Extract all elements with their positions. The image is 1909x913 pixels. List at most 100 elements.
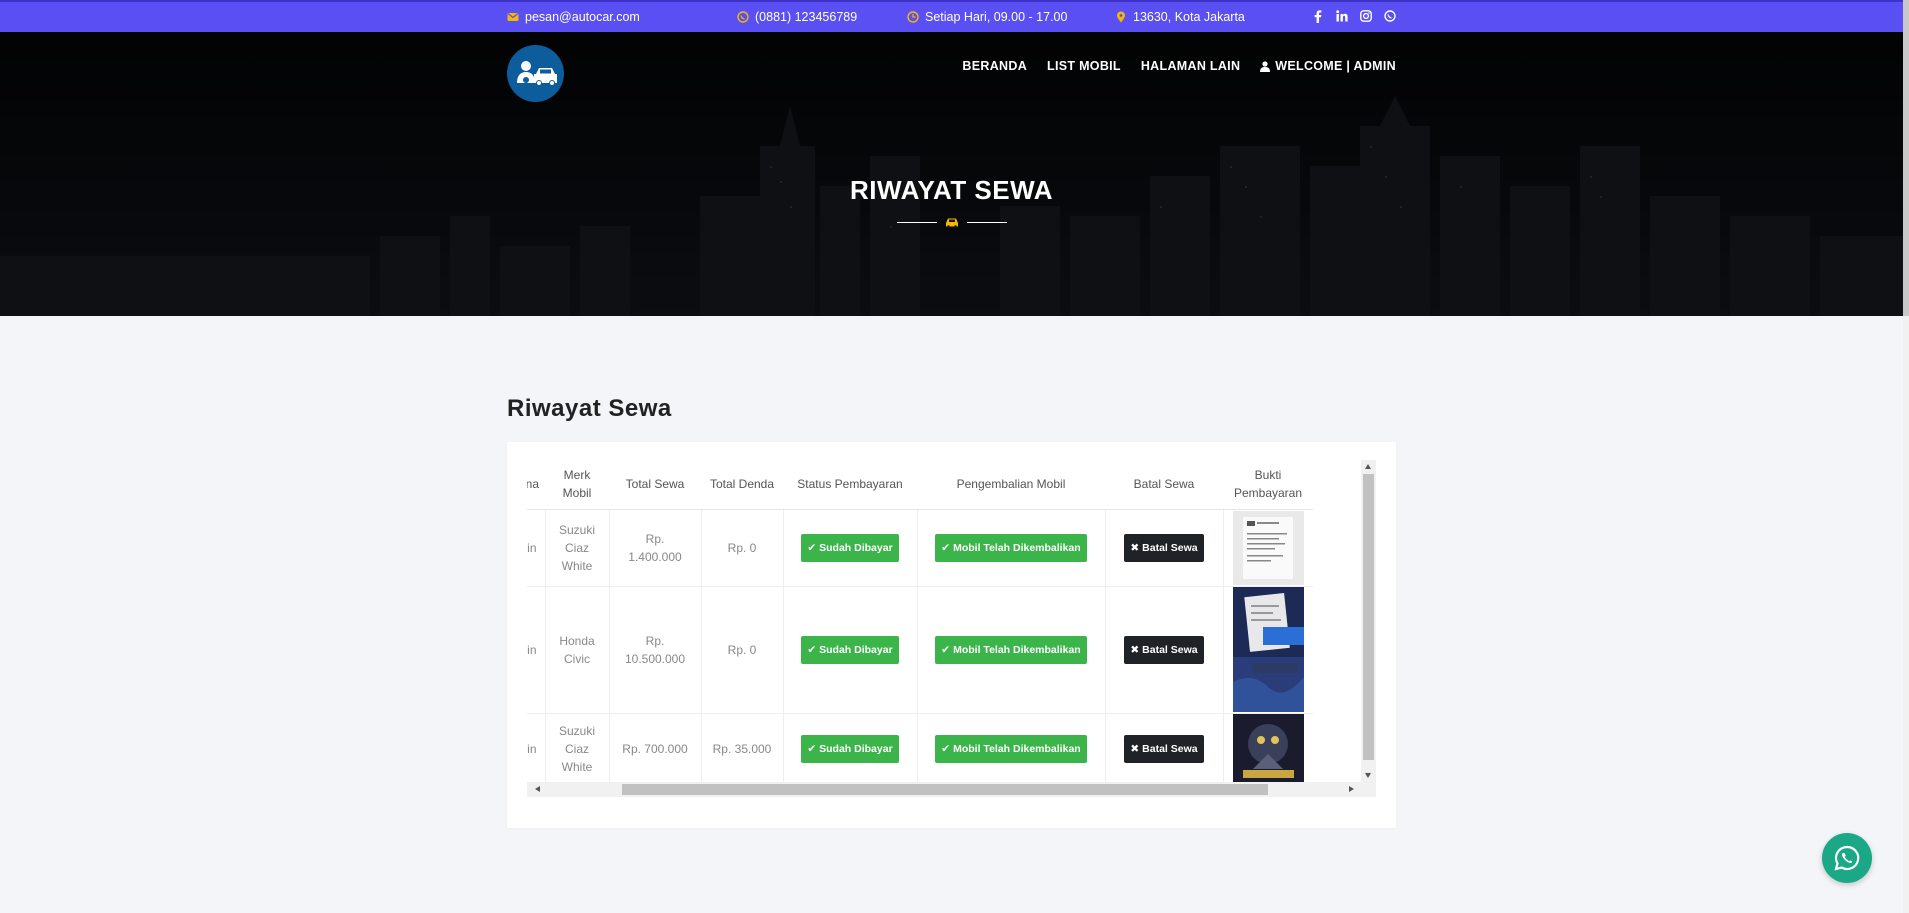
cell-pengembalian: ✔ Mobil Telah Dikembalikan (917, 509, 1106, 587)
status-paid-button[interactable]: ✔ Sudah Dibayar (801, 533, 899, 562)
cell-bukti (1223, 713, 1313, 786)
car-returned-label: Mobil Telah Dikembalikan (953, 643, 1081, 656)
cell-batal: ✖ Batal Sewa (1105, 586, 1224, 714)
car-returned-button[interactable]: ✔ Mobil Telah Dikembalikan (935, 735, 1087, 763)
horizontal-scroll-thumb[interactable] (622, 784, 1268, 795)
status-paid-button[interactable]: ✔ Sudah Dibayar (801, 735, 899, 763)
payment-receipt-image[interactable] (1232, 510, 1304, 585)
check-icon: ✔ (807, 541, 817, 554)
check-icon: ✔ (941, 541, 951, 554)
whatsapp-icon[interactable] (1383, 9, 1396, 23)
address-info: 13630, Kota Jakarta (1115, 10, 1245, 24)
cancel-rental-button[interactable]: ✖ Batal Sewa (1124, 735, 1204, 763)
cancel-rental-label: Batal Sewa (1142, 541, 1198, 554)
cell-total-denda: Rp. 0 (701, 509, 784, 587)
map-pin-icon (1117, 11, 1125, 23)
cell-nama: nin (527, 713, 546, 786)
rental-history-table: na Merk Mobil Total Sewa Total Denda Sta… (527, 460, 1313, 786)
scroll-down-arrow[interactable] (1365, 773, 1371, 778)
cell-status: ✔ Sudah Dibayar (783, 509, 918, 587)
header-bukti-pembayaran: Bukti Pembayaran (1223, 460, 1313, 510)
scroll-left-arrow[interactable] (535, 786, 540, 792)
status-paid-button[interactable]: ✔ Sudah Dibayar (801, 635, 899, 664)
payment-receipt-image[interactable] (1232, 714, 1304, 784)
hours-text: Setiap Hari, 09.00 - 17.00 (925, 10, 1068, 24)
top-contact-bar: pesan@autocar.com (0881) 123456789 Setia… (0, 0, 1903, 32)
email-text: pesan@autocar.com (525, 10, 640, 24)
cell-merk: Suzuki Ciaz White (545, 509, 610, 587)
cancel-rental-button[interactable]: ✖ Batal Sewa (1124, 635, 1204, 664)
payment-receipt-image[interactable] (1232, 587, 1304, 712)
x-icon: ✖ (1130, 541, 1140, 554)
nav-list-mobil[interactable]: LIST MOBIL (1047, 59, 1121, 73)
table-header-row: na Merk Mobil Total Sewa Total Denda Sta… (527, 460, 1313, 510)
car-returned-button[interactable]: ✔ Mobil Telah Dikembalikan (935, 635, 1087, 664)
instagram-icon[interactable] (1359, 9, 1372, 23)
envelope-icon (507, 13, 519, 21)
hero-title: RIWAYAT SEWA (850, 175, 1053, 205)
cell-bukti (1223, 586, 1313, 714)
whatsapp-small-icon (737, 11, 749, 23)
table-row: nin Suzuki Ciaz White Rp. 1.400.000 Rp. … (527, 509, 1313, 587)
logo-driver-car-icon (516, 60, 557, 86)
cell-bukti (1223, 509, 1313, 587)
header-status-pembayaran: Status Pembayaran (783, 460, 917, 510)
page-scrollbar[interactable] (1903, 0, 1909, 913)
car-returned-label: Mobil Telah Dikembalikan (953, 541, 1081, 554)
email-contact[interactable]: pesan@autocar.com (507, 10, 640, 24)
phone-contact[interactable]: (0881) 123456789 (737, 10, 857, 24)
cancel-rental-label: Batal Sewa (1142, 743, 1198, 755)
cell-nama: nin (527, 509, 546, 587)
scroll-right-arrow[interactable] (1349, 786, 1354, 792)
header-total-denda: Total Denda (701, 460, 783, 510)
table-row: nin Honda Civic Rp. 10.500.000 Rp. 0 ✔Su… (527, 586, 1313, 714)
hours-info: Setiap Hari, 09.00 - 17.00 (907, 10, 1067, 24)
nav-user-menu[interactable]: WELCOME | ADMIN (1260, 59, 1396, 73)
cell-total-denda: Rp. 0 (701, 586, 784, 714)
nav-halaman-lain[interactable]: HALAMAN LAIN (1141, 59, 1240, 73)
address-text: 13630, Kota Jakarta (1133, 10, 1245, 24)
cell-pengembalian: ✔ Mobil Telah Dikembalikan (917, 713, 1106, 786)
social-links (1311, 9, 1396, 23)
vertical-scroll-thumb[interactable] (1363, 474, 1374, 760)
linkedin-icon[interactable] (1335, 9, 1348, 23)
car-returned-button[interactable]: ✔ Mobil Telah Dikembalikan (935, 533, 1087, 562)
car-returned-label: Mobil Telah Dikembalikan (953, 743, 1081, 755)
main-navigation: BERANDA LIST MOBIL HALAMAN LAIN WELCOME … (962, 59, 1396, 73)
taxi-icon (946, 218, 958, 228)
cell-merk: Honda Civic (545, 586, 610, 714)
header-batal-sewa: Batal Sewa (1105, 460, 1223, 510)
cancel-rental-button[interactable]: ✖ Batal Sewa (1124, 533, 1204, 562)
cell-total-sewa: Rp. 10.500.000 (609, 586, 702, 714)
table-row: nin Suzuki Ciaz White Rp. 700.000 Rp. 35… (527, 713, 1313, 786)
clock-icon (907, 11, 919, 23)
rental-history-card: na Merk Mobil Total Sewa Total Denda Sta… (507, 442, 1396, 828)
whatsapp-float-button[interactable] (1822, 833, 1872, 883)
x-icon: ✖ (1130, 643, 1140, 656)
status-paid-label: Sudah Dibayar (819, 643, 893, 656)
section-title: Riwayat Sewa (507, 395, 672, 422)
check-icon: ✔ (807, 743, 817, 755)
cell-pengembalian: ✔ Mobil Telah Dikembalikan (917, 586, 1106, 714)
table-scroll-container[interactable]: na Merk Mobil Total Sewa Total Denda Sta… (527, 460, 1383, 800)
cell-batal: ✖ Batal Sewa (1105, 509, 1224, 587)
cell-total-sewa: Rp. 700.000 (609, 713, 702, 786)
cell-nama: nin (527, 586, 546, 714)
facebook-icon[interactable] (1311, 9, 1324, 23)
check-icon: ✔ (941, 643, 951, 656)
cell-status: ✔ Sudah Dibayar (783, 586, 918, 714)
x-icon: ✖ (1130, 743, 1140, 755)
scroll-up-arrow[interactable] (1365, 464, 1371, 469)
nav-beranda[interactable]: BERANDA (962, 59, 1027, 73)
table-vertical-scrollbar[interactable] (1361, 460, 1376, 782)
header-merk-mobil: Merk Mobil (545, 460, 609, 510)
hero-divider (897, 216, 1007, 228)
status-paid-label: Sudah Dibayar (819, 541, 893, 554)
cell-total-denda: Rp. 35.000 (701, 713, 784, 786)
whatsapp-icon (1834, 845, 1860, 871)
cell-batal: ✖ Batal Sewa (1105, 713, 1224, 786)
phone-text: (0881) 123456789 (755, 10, 858, 24)
site-logo[interactable] (507, 45, 564, 102)
page-scroll-thumb[interactable] (1903, 0, 1909, 316)
table-horizontal-scrollbar[interactable] (527, 782, 1376, 797)
